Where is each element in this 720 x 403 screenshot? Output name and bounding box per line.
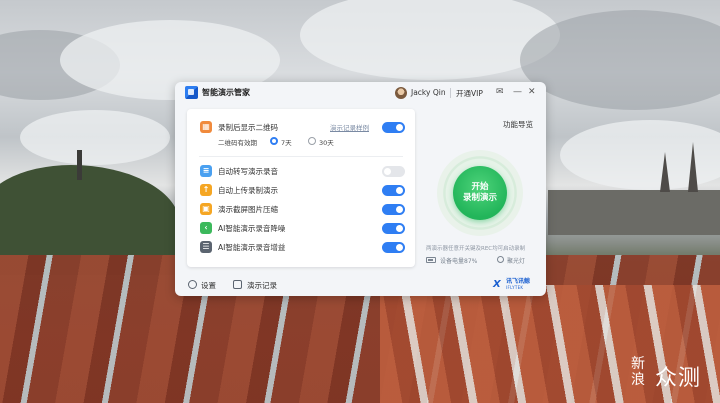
denoise-icon: ‹ (200, 222, 212, 234)
gear-icon[interactable] (188, 280, 197, 289)
spotlight-label[interactable]: 聚光灯 (507, 256, 525, 265)
validity-label: 二维码有效期 (218, 139, 257, 147)
open-vip-link[interactable]: 开通VIP (456, 88, 483, 99)
record-button-line1: 开始 (471, 182, 489, 192)
setting-label: 录制后显示二维码 (218, 123, 278, 132)
start-recording-button[interactable]: 开始 录制演示 (453, 166, 507, 220)
tower (77, 150, 82, 180)
setting-label: 演示截屏图片压缩 (218, 205, 278, 214)
transcribe-icon: ≡ (200, 165, 212, 177)
app-logo-icon (185, 86, 198, 99)
brand-name-en: IFLYTEK (506, 285, 524, 290)
setting-label: AI智能演示录音降噪 (218, 224, 286, 233)
close-icon[interactable]: ✕ (528, 87, 536, 97)
compress-icon: ▣ (200, 203, 212, 215)
minimize-icon[interactable]: — (513, 87, 522, 97)
setting-label: 自动转写演示录音 (218, 167, 278, 176)
setting-row-qr: ▦ 录制后显示二维码 演示记录样例 (187, 117, 415, 137)
battery-icon (426, 257, 436, 263)
records-button[interactable]: 演示记录 (247, 280, 277, 291)
upload-icon: ↑ (200, 184, 212, 196)
setting-row-transcribe: ≡ 自动转写演示录音 (187, 161, 415, 181)
gain-icon: ☰ (200, 241, 212, 253)
radio-30-days[interactable] (308, 137, 316, 145)
cloud (520, 10, 720, 110)
user-avatar[interactable] (395, 87, 407, 99)
record-list-icon[interactable] (233, 280, 242, 289)
cloud (20, 110, 170, 165)
setting-label: AI智能演示录音增益 (218, 243, 286, 252)
castle-spire (660, 152, 670, 192)
feature-guide-link[interactable]: 功能导览 (503, 119, 533, 130)
setting-row-denoise: ‹ AI智能演示录音降噪 (187, 218, 415, 238)
gain-toggle[interactable] (382, 242, 405, 253)
brand-name: 讯飞讯鲸 (506, 278, 531, 285)
divider (199, 156, 403, 157)
watermark-line2: 众测 (655, 366, 702, 391)
record-hint: 两演示器任意开关键及REC均可启动录制 (426, 246, 526, 252)
setting-label: 自动上传录制演示 (218, 186, 278, 195)
upload-toggle[interactable] (382, 185, 405, 196)
castle (548, 190, 720, 235)
divider (450, 88, 451, 98)
title-bar: 智能演示管家 Jacky Qin 开通VIP ✉ — ✕ (175, 82, 546, 104)
denoise-toggle[interactable] (382, 223, 405, 234)
iflytek-logo-icon: X (493, 279, 501, 290)
radio-7-days[interactable] (270, 137, 278, 145)
castle-spire (688, 142, 698, 192)
app-title: 智能演示管家 (202, 88, 250, 97)
record-sample-link[interactable]: 演示记录样例 (330, 122, 369, 132)
user-name[interactable]: Jacky Qin (411, 88, 446, 97)
transcribe-toggle[interactable] (382, 166, 405, 177)
setting-row-upload: ↑ 自动上传录制演示 (187, 180, 415, 200)
settings-panel: ▦ 录制后显示二维码 演示记录样例 二维码有效期 7天 30天 ≡ 自动转写演示… (187, 109, 415, 267)
footer-bar: 设置 演示记录 X 讯飞讯鲸 IFLYTEK (175, 274, 546, 296)
radio-30-days-label[interactable]: 30天 (319, 137, 334, 147)
spotlight-icon (497, 256, 504, 263)
watermark-line1: 新浪 (631, 356, 645, 388)
setting-row-compress: ▣ 演示截屏图片压缩 (187, 199, 415, 219)
radio-7-days-label[interactable]: 7天 (281, 137, 292, 147)
mail-icon[interactable]: ✉ (496, 87, 504, 97)
settings-button[interactable]: 设置 (201, 280, 216, 291)
app-window: 智能演示管家 Jacky Qin 开通VIP ✉ — ✕ ▦ 录制后显示二维码 … (175, 82, 546, 296)
qr-toggle[interactable] (382, 122, 405, 133)
compress-toggle[interactable] (382, 204, 405, 215)
record-button-line2: 录制演示 (462, 193, 497, 203)
qr-validity-row: 二维码有效期 7天 30天 (187, 136, 415, 150)
battery-status: 设备电量87% (440, 258, 478, 265)
setting-row-gain: ☰ AI智能演示录音增益 (187, 237, 415, 257)
qr-code-icon: ▦ (200, 121, 212, 133)
